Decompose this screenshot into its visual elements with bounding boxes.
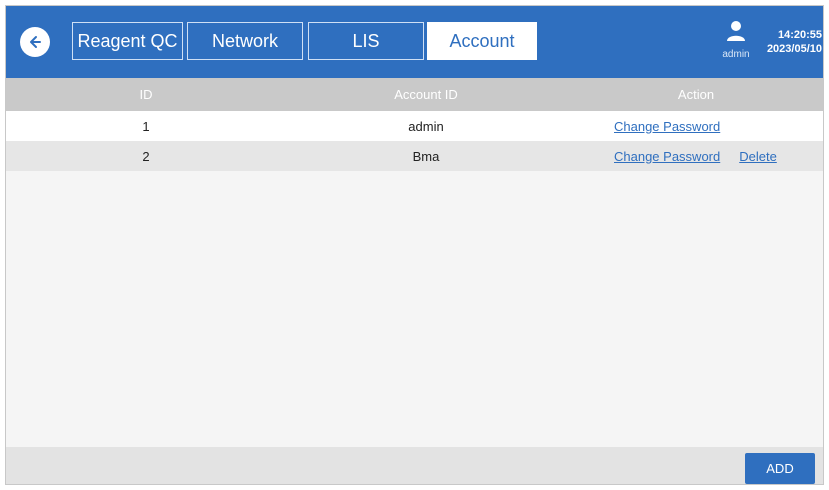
back-arrow-icon — [30, 36, 41, 48]
tab-reagent-qc[interactable]: Reagent QC — [72, 22, 183, 60]
cell-id: 2 — [142, 148, 150, 164]
change-password-link[interactable]: Change Password — [614, 149, 720, 164]
app-window: Reagent QC Network LIS Account admin 14:… — [5, 5, 824, 485]
table-row: 1 admin Change Password — [6, 111, 823, 141]
tab-network[interactable]: Network — [187, 22, 303, 60]
cell-account-id: admin — [408, 118, 444, 134]
footer-bar — [6, 447, 823, 484]
column-header-action: Action — [677, 87, 715, 102]
change-password-link[interactable]: Change Password — [614, 119, 720, 134]
clock: 14:20:55 2023/05/10 — [762, 28, 822, 56]
cell-actions: Change Password Delete — [614, 141, 777, 171]
date-label: 2023/05/10 — [766, 43, 822, 55]
table-header: ID Account ID Action — [6, 78, 823, 111]
delete-link[interactable]: Delete — [739, 149, 777, 164]
table-row: 2 Bma Change Password Delete — [6, 141, 823, 171]
back-button[interactable] — [20, 27, 50, 57]
top-bar: Reagent QC Network LIS Account admin 14:… — [6, 6, 823, 78]
cell-id: 1 — [142, 118, 150, 134]
time-label: 14:20:55 — [777, 29, 822, 41]
cell-account-id: Bma — [412, 148, 440, 164]
column-header-account-id: Account ID — [394, 87, 458, 102]
tab-lis[interactable]: LIS — [308, 22, 424, 60]
cell-actions: Change Password — [614, 111, 720, 141]
tab-account[interactable]: Account — [427, 22, 537, 60]
user-icon — [726, 20, 746, 47]
add-button[interactable]: ADD — [745, 453, 815, 484]
column-header-id: ID — [139, 87, 153, 102]
table-empty-area — [6, 171, 823, 447]
username-label: admin — [722, 49, 750, 60]
user-indicator: admin — [718, 20, 754, 64]
